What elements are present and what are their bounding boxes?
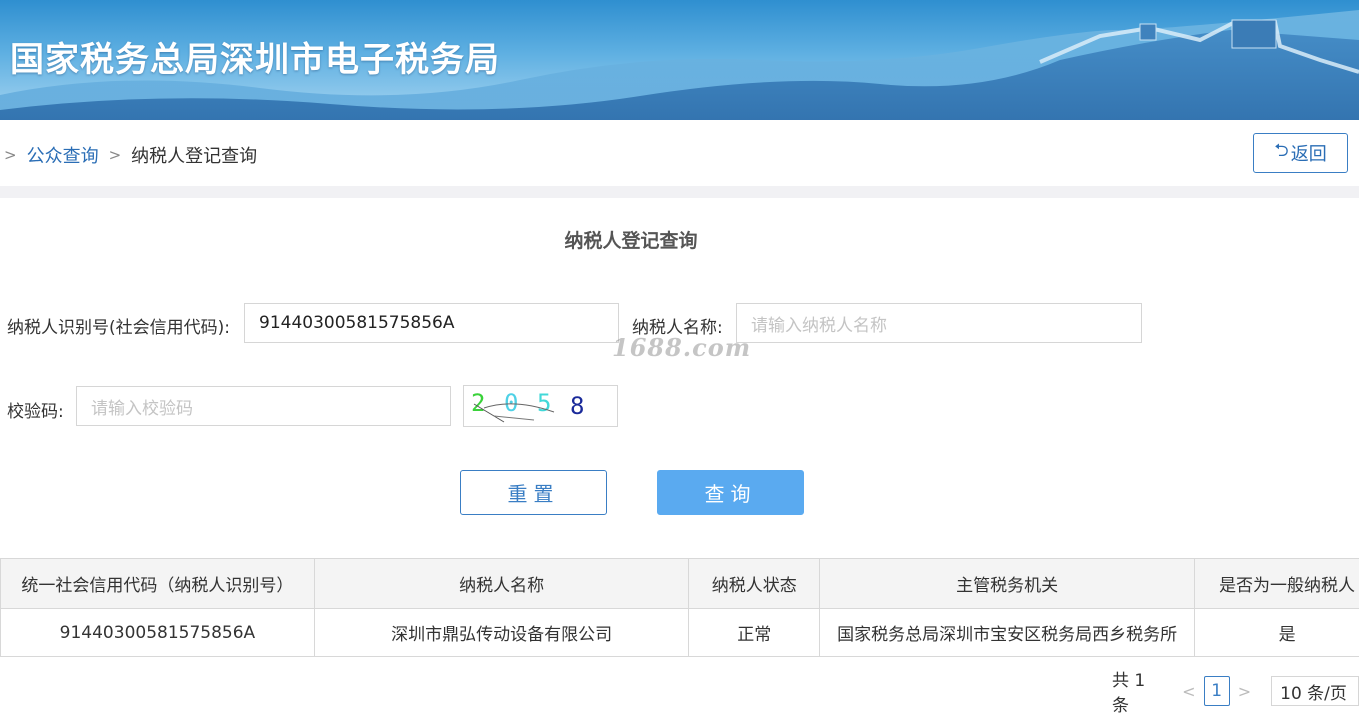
captcha-input[interactable]: 请输入校验码 — [76, 386, 451, 426]
prev-page-button[interactable]: < — [1182, 682, 1195, 701]
breadcrumb-separator: > — [4, 146, 17, 164]
back-button[interactable]: ⮌ 返回 — [1253, 133, 1348, 173]
table-cell: 91440300581575856A — [1, 609, 315, 657]
breadcrumb-separator: > — [109, 146, 122, 164]
table-cell: 是 — [1195, 609, 1359, 657]
breadcrumb-current: 纳税人登记查询 — [131, 142, 257, 168]
next-page-button[interactable]: > — [1238, 682, 1251, 701]
return-arrow-icon: ⮌ — [1274, 138, 1288, 168]
breadcrumb: > 公众查询 > 纳税人登记查询 — [4, 142, 257, 168]
captcha-graphic: 2 0 5 8 — [464, 386, 617, 426]
table-cell: 深圳市鼎弘传动设备有限公司 — [314, 609, 689, 657]
page-number-current[interactable]: 1 — [1204, 676, 1230, 706]
column-header: 统一社会信用代码（纳税人识别号） — [1, 559, 315, 609]
table-row: 91440300581575856A 深圳市鼎弘传动设备有限公司 正常 国家税务… — [1, 609, 1359, 657]
captcha-char: 5 — [537, 389, 551, 417]
table-cell: 正常 — [689, 609, 820, 657]
table-header-row: 统一社会信用代码（纳税人识别号） 纳税人名称 纳税人状态 主管税务机关 是否为一… — [1, 559, 1359, 609]
table-cell: 国家税务总局深圳市宝安区税务局西乡税务所 — [820, 609, 1195, 657]
captcha-image[interactable]: 2 0 5 8 — [463, 385, 618, 427]
taxpayer-id-input[interactable]: 91440300581575856A — [244, 303, 619, 343]
pagination: 共 1 条 < 1 > 10 条/页 — [1112, 676, 1359, 706]
results-table: 统一社会信用代码（纳税人识别号） 纳税人名称 纳税人状态 主管税务机关 是否为一… — [0, 558, 1359, 657]
section-divider — [0, 186, 1359, 198]
breadcrumb-link-public-query[interactable]: 公众查询 — [27, 142, 99, 168]
captcha-char: 2 — [471, 389, 485, 417]
pagination-total: 共 1 条 — [1112, 666, 1160, 716]
form-title: 纳税人登记查询 — [0, 226, 1262, 253]
captcha-char: 0 — [504, 389, 518, 417]
back-button-label: 返回 — [1291, 140, 1327, 166]
page-size-select[interactable]: 10 条/页 — [1271, 676, 1359, 706]
captcha-char: 8 — [570, 392, 584, 420]
breadcrumb-bar: > 公众查询 > 纳税人登记查询 ⮌ 返回 — [0, 120, 1359, 186]
watermark: 1688.com — [612, 333, 751, 362]
column-header: 主管税务机关 — [820, 559, 1195, 609]
taxpayer-id-label: 纳税人识别号(社会信用代码): — [7, 313, 230, 338]
header-banner: 国家税务总局深圳市电子税务局 — [0, 0, 1359, 120]
column-header: 是否为一般纳税人 — [1195, 559, 1359, 609]
reset-button[interactable]: 重置 — [460, 470, 607, 515]
taxpayer-name-input[interactable]: 请输入纳税人名称 — [736, 303, 1142, 343]
captcha-label: 校验码: — [7, 397, 64, 422]
query-button[interactable]: 查询 — [657, 470, 804, 515]
site-title: 国家税务总局深圳市电子税务局 — [10, 32, 500, 81]
column-header: 纳税人状态 — [689, 559, 820, 609]
column-header: 纳税人名称 — [314, 559, 689, 609]
